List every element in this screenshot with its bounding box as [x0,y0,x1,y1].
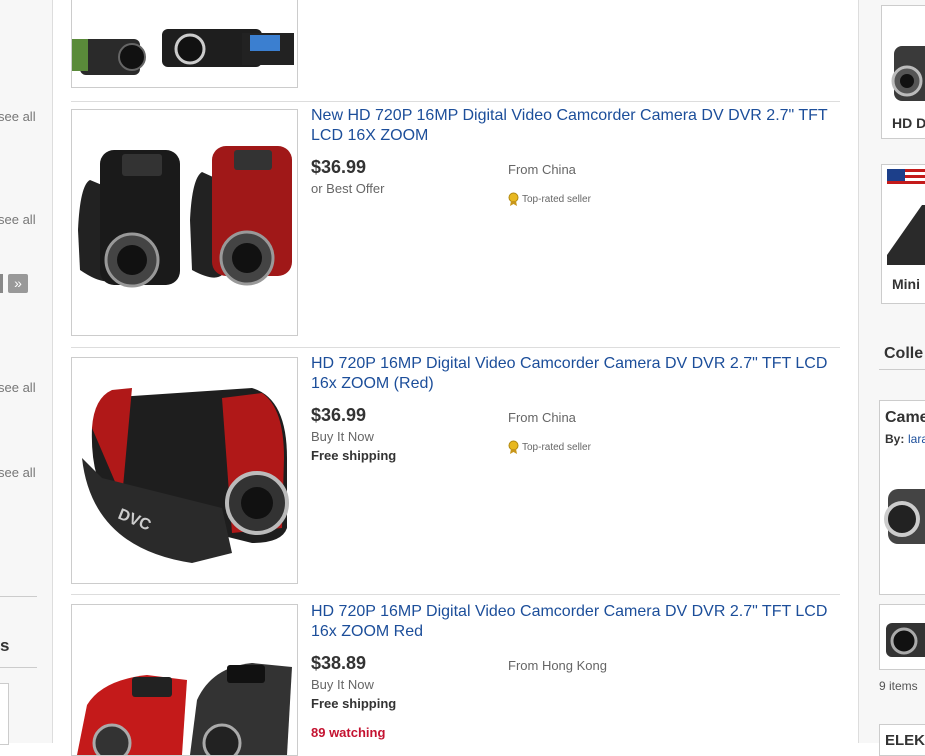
listing-format: or Best Offer [311,181,385,196]
filter-box[interactable] [0,683,9,745]
row-divider [71,594,840,595]
top-rated-seller-badge: Top-rated seller [508,192,591,206]
watching-count: 89 watching [311,725,386,740]
listing-shipping: Free shipping [311,448,397,463]
listing-format: Buy It Now [311,429,374,444]
collection-title[interactable]: ELEK [885,732,925,749]
listing-shipping: Free shipping [311,696,397,711]
see-all-link[interactable]: see all [0,380,36,395]
pager-box[interactable] [0,274,3,293]
divider [0,667,37,668]
top-rated-seller-label: Top-rated seller [522,441,591,453]
listing-location: From Hong Kong [508,658,607,673]
listing-location: From China [508,410,576,425]
next-arrow-button[interactable]: » [8,274,28,293]
listing-thumbnail[interactable] [71,604,298,756]
divider [0,596,37,597]
card-title[interactable]: HD D [892,115,925,131]
collection-card[interactable]: ELEK [879,724,925,756]
camcorder-image: DVC [82,388,289,563]
divider [879,369,925,370]
camcorder-image [78,146,292,288]
listing-title-link[interactable]: HD 720P 16MP Digital Video Camcorder Cam… [311,602,841,642]
row-divider [71,347,840,348]
sponsored-card[interactable]: Mini [881,164,925,304]
listing-format: Buy It Now [311,677,374,692]
top-rated-seller-label: Top-rated seller [522,193,591,205]
collections-heading: Colle [884,345,924,362]
collection-thumbnail[interactable] [879,604,925,670]
listing-price: $38.89 [311,653,367,673]
product-image [887,169,925,265]
camcorder-image [891,46,925,101]
listing-price: $36.99 [311,405,367,425]
listing-title-link[interactable]: HD 720P 16MP Digital Video Camcorder Cam… [311,354,841,394]
top-rated-seller-badge: Top-rated seller [508,440,591,454]
camcorder-image [884,489,925,544]
listing-price: $36.99 [311,157,367,177]
card-title[interactable]: Mini [892,276,920,292]
see-all-link[interactable]: see all [0,212,36,227]
row-divider [71,101,840,102]
medal-icon [508,192,519,206]
collection-owner-link[interactable]: lara [908,432,925,446]
collection-item-count: 9 items [879,679,918,693]
listing-thumbnail[interactable] [71,109,298,336]
left-filter-sidebar: see all see all » see all see all s [0,0,53,745]
sponsored-card[interactable]: HD D [881,5,925,139]
double-chevron-right-icon: » [14,275,22,291]
see-all-link[interactable]: see all [0,465,36,480]
collection-title[interactable]: Came [885,409,925,427]
see-all-link[interactable]: see all [0,109,36,124]
listing-title-link[interactable]: New HD 720P 16MP Digital Video Camcorder… [311,106,841,146]
camcorder-image [72,29,294,75]
collection-card[interactable]: Came By: lara [879,400,925,595]
camcorder-image [77,663,292,755]
collection-by-label: By: [885,432,905,446]
listing-thumbnail[interactable] [71,0,298,88]
camcorder-image [886,623,925,657]
listing-thumbnail[interactable]: DVC [71,357,298,584]
section-heading: s [0,636,10,655]
medal-icon [508,440,519,454]
right-sidebar: HD D Mini Colle Came By: lara 9 items EL… [858,0,925,756]
search-results: New HD 720P 16MP Digital Video Camcorder… [53,0,858,756]
listing-location: From China [508,162,576,177]
